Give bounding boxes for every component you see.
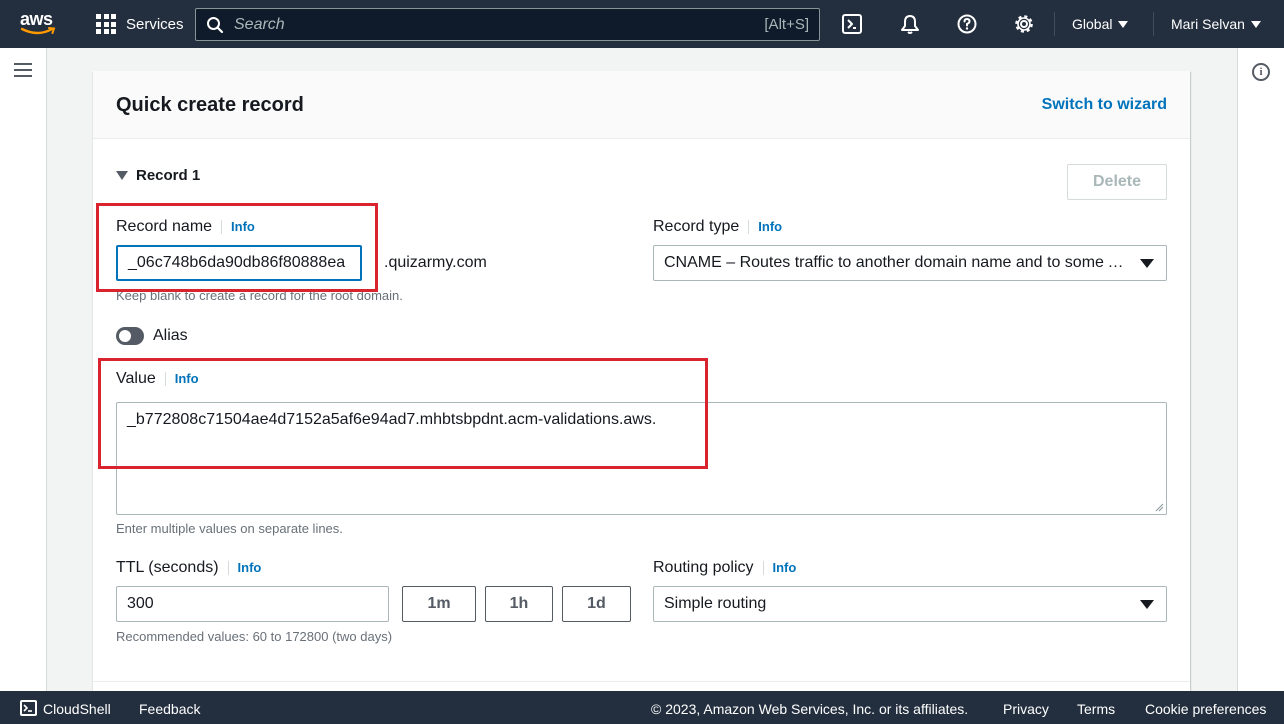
record-type-label-row: Record type Info — [653, 218, 782, 236]
section-divider — [93, 681, 1190, 682]
search-input[interactable] — [234, 15, 765, 34]
aws-logo-text: aws — [20, 9, 53, 29]
ttl-hint: Recommended values: 60 to 172800 (two da… — [116, 629, 393, 644]
routing-policy-label: Routing policy — [653, 559, 754, 576]
resize-grip-icon[interactable] — [1155, 503, 1164, 512]
services-grid-icon — [96, 14, 116, 34]
footer-bar: CloudShell Feedback © 2023, Amazon Web S… — [0, 691, 1284, 724]
record-name-highlight-box — [96, 203, 378, 292]
record-section-toggle[interactable]: Record 1 — [116, 167, 200, 184]
alias-toggle[interactable] — [116, 327, 144, 345]
terminal-icon — [842, 14, 862, 34]
right-help-rail: i — [1237, 48, 1284, 691]
region-label: Global — [1072, 16, 1113, 32]
alias-label: Alias — [153, 327, 188, 344]
switch-to-wizard-link[interactable]: Switch to wizard — [1042, 96, 1167, 114]
services-label: Services — [126, 15, 184, 33]
help-circle-icon — [957, 14, 977, 34]
feedback-link[interactable]: Feedback — [139, 701, 200, 717]
search-icon — [207, 16, 224, 33]
record-heading: Record 1 — [136, 167, 201, 184]
account-menu[interactable]: Mari Selvan — [1171, 16, 1261, 32]
card-header: Quick create record Switch to wizard — [93, 71, 1190, 139]
aws-logo[interactable]: aws — [20, 10, 58, 38]
value-hint: Enter multiple values on separate lines. — [116, 521, 343, 536]
ttl-info-link[interactable]: Info — [227, 561, 261, 575]
info-panel-icon[interactable]: i — [1252, 63, 1270, 81]
record-type-selected: CNAME – Routes traffic to another domain… — [664, 254, 1130, 271]
delete-button[interactable]: Delete — [1067, 164, 1167, 200]
nav-divider — [1153, 12, 1154, 36]
domain-suffix: .quizarmy.com — [384, 254, 487, 271]
copyright-text: © 2023, Amazon Web Services, Inc. or its… — [651, 701, 969, 717]
privacy-link[interactable]: Privacy — [1003, 701, 1049, 717]
ttl-1m-button[interactable]: 1m — [402, 586, 476, 622]
ttl-label: TTL (seconds) — [116, 559, 219, 576]
routing-policy-select[interactable]: Simple routing — [653, 586, 1167, 622]
caret-down-icon — [1118, 20, 1129, 28]
terms-link[interactable]: Terms — [1077, 701, 1115, 717]
record-type-info-link[interactable]: Info — [748, 220, 782, 234]
ttl-1h-button[interactable]: 1h — [485, 586, 553, 622]
ttl-input[interactable]: 300 — [116, 586, 389, 622]
caret-down-icon — [1250, 20, 1261, 28]
routing-policy-label-row: Routing policy Info — [653, 559, 796, 577]
search-shortcut-hint: [Alt+S] — [764, 16, 809, 33]
value-highlight-box — [98, 358, 708, 469]
help-button[interactable] — [955, 12, 979, 36]
record-type-label: Record type — [653, 218, 740, 235]
caret-down-icon — [1140, 259, 1154, 268]
region-selector[interactable]: Global — [1072, 16, 1129, 32]
aws-smile-icon — [20, 27, 56, 35]
caret-down-icon — [116, 171, 128, 180]
cloudshell-link[interactable]: CloudShell — [43, 701, 111, 717]
nav-divider — [1054, 12, 1055, 36]
search-bar[interactable]: [Alt+S] — [195, 8, 820, 41]
settings-button[interactable] — [1012, 12, 1036, 36]
page-title: Quick create record — [116, 94, 304, 116]
ttl-label-row: TTL (seconds) Info — [116, 559, 261, 577]
routing-policy-info-link[interactable]: Info — [762, 561, 796, 575]
notifications-button[interactable] — [898, 12, 922, 36]
caret-down-icon — [1140, 600, 1154, 609]
routing-policy-selected: Simple routing — [664, 595, 767, 612]
user-name: Mari Selvan — [1171, 16, 1245, 32]
left-navigation-rail — [0, 48, 47, 691]
cookie-preferences-link[interactable]: Cookie preferences — [1145, 701, 1266, 717]
cloudshell-nav-button[interactable] — [840, 12, 864, 36]
ttl-1d-button[interactable]: 1d — [562, 586, 631, 622]
top-navigation-bar: aws Services [Alt+S] — [0, 0, 1284, 48]
services-menu-button[interactable]: Services — [96, 14, 184, 34]
record-type-select[interactable]: CNAME – Routes traffic to another domain… — [653, 245, 1167, 281]
gear-icon — [1015, 15, 1033, 33]
cloudshell-icon[interactable] — [20, 700, 37, 716]
menu-hamburger-icon[interactable] — [14, 63, 32, 77]
bell-icon — [901, 15, 919, 34]
